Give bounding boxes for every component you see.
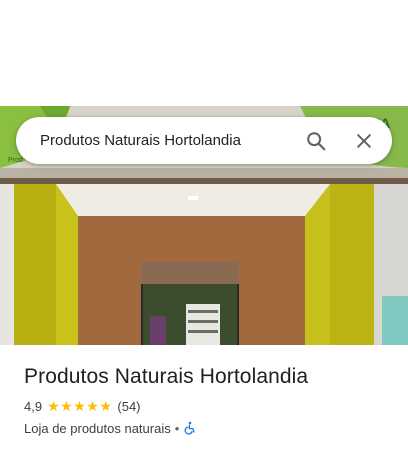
rating-value: 4,9	[24, 398, 43, 414]
clear-search-button[interactable]	[346, 123, 382, 159]
star-icon: ★	[47, 398, 60, 414]
place-title[interactable]: Produtos Naturais Hortolandia	[24, 365, 384, 389]
separator: •	[174, 420, 180, 436]
rating-row[interactable]: 4,9 ★ ★ ★ ★ ★ (54)	[24, 397, 384, 415]
category-row: Loja de produtos naturais •	[24, 419, 384, 437]
search-input[interactable]: Produtos Naturais Hortolandia	[16, 132, 298, 149]
close-icon	[357, 133, 371, 148]
search-button[interactable]	[298, 123, 334, 159]
search-icon	[307, 131, 326, 150]
review-count[interactable]: (54)	[117, 399, 140, 414]
star-icon: ★	[99, 398, 112, 414]
star-icon: ★	[73, 398, 86, 414]
place-category: Loja de produtos naturais	[24, 420, 171, 436]
search-bar[interactable]: Produtos Naturais Hortolandia	[16, 117, 392, 164]
star-rating: ★ ★ ★ ★ ★	[47, 399, 112, 413]
sign-left-text: Prod	[8, 157, 23, 164]
wheelchair-accessible-icon	[183, 421, 197, 435]
place-info-panel: Produtos Naturais Hortolandia 4,9 ★ ★ ★ …	[0, 345, 408, 450]
map-top-area	[0, 0, 408, 106]
star-icon: ★	[86, 398, 99, 414]
star-icon: ★	[60, 398, 73, 414]
